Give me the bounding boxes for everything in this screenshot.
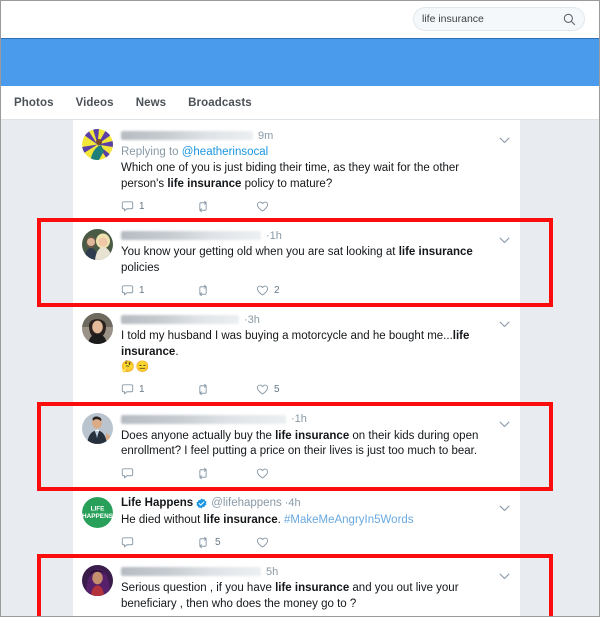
search-input[interactable]: life insurance	[422, 8, 563, 30]
tweet-text: Which one of you is just biding their ti…	[121, 162, 460, 190]
avatar[interactable]: LIFE HAPPENS	[82, 496, 113, 528]
search-box[interactable]: life insurance	[413, 7, 585, 31]
tweet-text: He died without life insurance. #MakeMeA…	[121, 513, 414, 526]
content-area: 9m Replying to @heatherinsocal Which one o…	[1, 120, 599, 616]
reply-action[interactable]: 1	[121, 200, 196, 213]
tweet-actions	[121, 467, 494, 481]
tweet-body: 5h Serious question , if you have life in…	[121, 565, 510, 616]
tweet-body: ·3h I told my husband I was buying a moto…	[121, 313, 510, 397]
replying-to: Replying to @heatherinsocal	[121, 146, 269, 158]
tweet-actions: 15	[121, 383, 494, 397]
tweet-body: ·1h You know your getting old when you ar…	[121, 229, 510, 297]
blurred-username	[121, 414, 286, 424]
retweet-action[interactable]	[196, 284, 256, 297]
blurred-username	[121, 231, 261, 240]
reply-count: 1	[139, 200, 145, 212]
retweet-action[interactable]	[196, 383, 256, 396]
tweet-actions: 5	[121, 535, 494, 549]
verified-badge-icon	[196, 497, 207, 509]
svg-text:LIFE: LIFE	[91, 505, 106, 512]
like-action[interactable]: 2	[256, 284, 316, 297]
like-action[interactable]	[256, 200, 316, 213]
blurred-username	[121, 131, 253, 140]
like-action[interactable]	[256, 467, 316, 480]
tweet-item[interactable]: ·1h You know your getting old when you ar…	[73, 220, 520, 304]
blue-banner	[1, 38, 599, 87]
reply-action[interactable]	[121, 536, 196, 549]
tweet-stream: 9m Replying to @heatherinsocal Which one o…	[73, 120, 520, 616]
tweet-item[interactable]: LIFE HAPPENS Life Happens @lifehappens ·4h He…	[73, 487, 520, 556]
tweet-timestamp[interactable]: 5h	[266, 566, 278, 578]
tweet-body: Life Happens @lifehappens ·4h He died witho…	[121, 497, 510, 550]
like-count: 2	[274, 284, 280, 296]
tweet-timestamp[interactable]: 9m	[258, 130, 273, 142]
tweet-item[interactable]: 9m Replying to @heatherinsocal Which one o…	[73, 120, 520, 220]
tweet-timestamp[interactable]: ·1h	[266, 230, 282, 242]
tweet-header: 9m	[121, 129, 494, 142]
chevron-down-icon[interactable]	[499, 131, 510, 144]
reply-action[interactable]: 1	[121, 284, 196, 297]
like-action[interactable]: 5	[256, 383, 316, 396]
chevron-down-icon[interactable]	[499, 231, 510, 244]
emoji: 🤔😑	[121, 361, 151, 373]
tweet-header: ·3h	[121, 313, 494, 326]
tab-photos[interactable]: Photos	[14, 97, 54, 109]
tweet-timestamp[interactable]: ·1h	[291, 413, 307, 425]
reply-count: 1	[139, 384, 145, 395]
reply-action[interactable]	[121, 467, 196, 480]
hashtag-link[interactable]: #MakeMeAngryIn5Words	[284, 514, 414, 526]
like-action[interactable]	[256, 536, 316, 549]
avatar[interactable]	[82, 313, 113, 344]
tweet-actions: 12	[121, 283, 494, 297]
retweet-action[interactable]: 5	[196, 536, 256, 549]
tweet-header: Life Happens @lifehappens ·4h	[121, 497, 494, 510]
avatar[interactable]	[82, 129, 113, 160]
tab-bar: Photos Videos News Broadcasts	[1, 86, 599, 120]
like-count: 5	[274, 384, 280, 395]
tab-broadcasts[interactable]: Broadcasts	[188, 97, 252, 109]
tweet-header: 5h	[121, 565, 494, 578]
svg-text:HAPPENS: HAPPENS	[82, 513, 113, 520]
tweet-timestamp[interactable]: ·4h	[285, 497, 301, 509]
tab-news[interactable]: News	[136, 97, 166, 109]
tweet-text: I told my husband I was buying a motorcy…	[121, 330, 470, 373]
chevron-down-icon[interactable]	[499, 499, 510, 511]
tweet-timestamp[interactable]: ·3h	[244, 314, 260, 326]
retweet-count: 5	[215, 536, 221, 548]
top-bar: life insurance	[1, 1, 599, 38]
tweet-body: ·1h Does anyone actually buy the life ins…	[121, 413, 510, 481]
retweet-action[interactable]	[196, 467, 256, 480]
tweet-item[interactable]: ·1h Does anyone actually buy the life ins…	[73, 403, 520, 488]
reply-count: 1	[139, 284, 145, 296]
user-handle[interactable]: @lifehappens	[211, 497, 282, 509]
tweet-header: ·1h	[121, 413, 494, 426]
tweet-item[interactable]: ·3h I told my husband I was buying a moto…	[73, 304, 520, 404]
avatar[interactable]	[82, 565, 113, 596]
chevron-down-icon[interactable]	[499, 567, 510, 580]
avatar[interactable]	[82, 412, 113, 444]
avatar[interactable]	[82, 229, 113, 260]
tweet-header: ·1h	[121, 229, 494, 242]
tweet-actions: 1	[121, 199, 494, 213]
blurred-username	[121, 315, 239, 324]
search-icon[interactable]	[563, 13, 576, 26]
tweet-text: Does anyone actually buy the life insura…	[121, 429, 479, 458]
browser-page: life insurance Photos Videos News Broadc…	[0, 0, 600, 617]
display-name[interactable]: Life Happens	[121, 497, 193, 509]
tweet-body: 9m Replying to @heatherinsocal Which one o…	[121, 129, 510, 213]
reply-action[interactable]: 1	[121, 383, 196, 396]
replying-to-handle[interactable]: @heatherinsocal	[182, 146, 268, 158]
chevron-down-icon[interactable]	[499, 415, 510, 427]
tweet-text: You know your getting old when you are s…	[121, 246, 473, 274]
tab-videos[interactable]: Videos	[76, 97, 114, 109]
chevron-down-icon[interactable]	[499, 315, 510, 328]
blurred-username	[121, 567, 261, 576]
tweet-text: Serious question , if you have life insu…	[121, 582, 459, 610]
tweet-item[interactable]: 5h Serious question , if you have life in…	[73, 556, 520, 616]
retweet-action[interactable]	[196, 200, 256, 213]
